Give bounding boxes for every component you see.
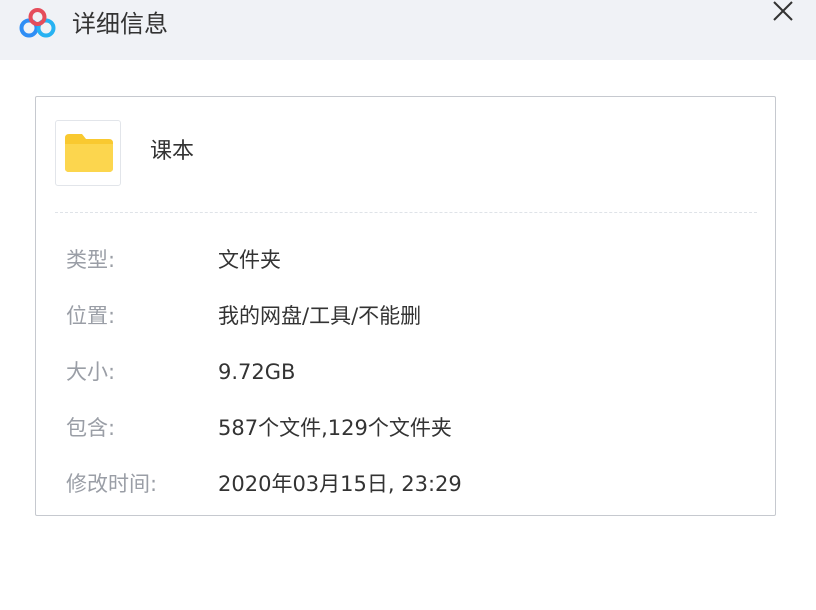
detail-label: 修改时间: xyxy=(66,472,158,496)
detail-value: 我的网盘/工具/不能删 xyxy=(218,304,422,328)
folder-icon xyxy=(65,134,113,172)
file-details-card: 课本 类型: 文件夹 位置: 我的网盘/工具/不能删 大小: 9.72GB 包含… xyxy=(35,96,776,516)
detail-label: 位置: xyxy=(66,304,116,328)
close-icon xyxy=(773,1,793,21)
detail-row-size: 大小: 9.72GB xyxy=(66,357,756,413)
details-list: 类型: 文件夹 位置: 我的网盘/工具/不能删 大小: 9.72GB 包含: 5… xyxy=(66,245,756,525)
details-dialog: 详细信息 课本 类型: 文件夹 位置: 我的网盘/工具/不能删 大小: 9.72… xyxy=(0,0,816,610)
detail-value: 文件夹 xyxy=(218,248,281,272)
detail-row-modified: 修改时间: 2020年03月15日, 23:29 xyxy=(66,469,756,525)
detail-row-contains: 包含: 587个文件,129个文件夹 xyxy=(66,413,756,469)
close-button[interactable] xyxy=(770,0,798,24)
dialog-title: 详细信息 xyxy=(72,10,168,38)
baidu-netdisk-cloud-icon xyxy=(16,6,60,42)
file-name: 课本 xyxy=(150,139,195,164)
detail-row-location: 位置: 我的网盘/工具/不能删 xyxy=(66,301,756,357)
detail-value: 2020年03月15日, 23:29 xyxy=(218,472,462,496)
detail-value: 587个文件,129个文件夹 xyxy=(218,416,452,440)
file-thumbnail xyxy=(55,120,121,186)
detail-label: 包含: xyxy=(66,416,116,440)
detail-label: 大小: xyxy=(66,360,116,384)
detail-value: 9.72GB xyxy=(218,360,296,384)
title-bar: 详细信息 xyxy=(0,0,816,60)
detail-row-type: 类型: 文件夹 xyxy=(66,245,756,301)
divider xyxy=(55,212,757,213)
detail-label: 类型: xyxy=(66,248,116,272)
